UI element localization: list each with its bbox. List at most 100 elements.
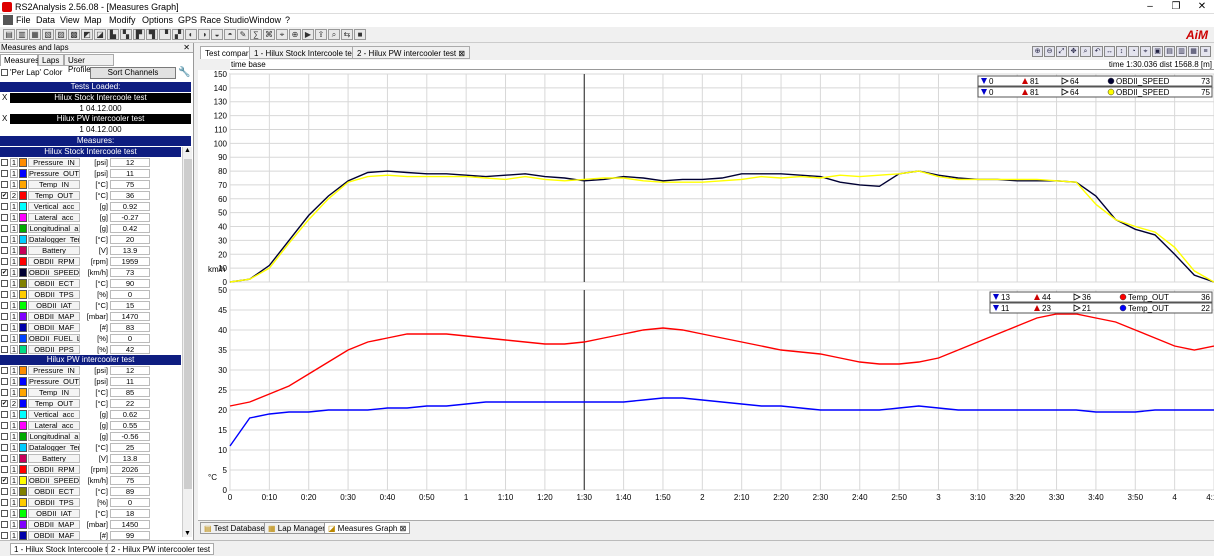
open-folder-icon[interactable]: ▤ — [3, 29, 15, 40]
axis-number[interactable]: 1 — [10, 301, 18, 310]
measure-row[interactable]: 1 Datalogger_Tem [°C] 20 — [0, 234, 180, 245]
channel-checkbox[interactable] — [1, 181, 8, 188]
zoom-in-icon[interactable]: ⊕ — [1032, 46, 1043, 57]
axis-number[interactable]: 1 — [10, 202, 18, 211]
axis-number[interactable]: 1 — [10, 235, 18, 244]
channel-color-swatch[interactable] — [19, 158, 27, 167]
channel-name[interactable]: Datalogger_Tem — [28, 443, 80, 452]
axis-number[interactable]: 1 — [10, 432, 18, 441]
measure-row[interactable]: 1 Longitudinal_a [g] 0.42 — [0, 223, 180, 234]
channel-color-swatch[interactable] — [19, 202, 27, 211]
channel-name[interactable]: Temp_IN — [28, 180, 80, 189]
close-icon[interactable]: ✕ — [183, 43, 190, 52]
measure-row[interactable]: 1 Datalogger_Tem [°C] 25 — [0, 442, 180, 453]
remove-test-icon[interactable]: X — [2, 93, 7, 102]
channel-color-swatch[interactable] — [19, 377, 27, 386]
measures-graph[interactable]: 0 10 20 30 40 50 60 70 80 90 100 110 120 130 140 150 km/… — [198, 70, 1214, 520]
clock-icon[interactable]: ◑ — [198, 29, 210, 40]
menu-race-studio[interactable]: Race Studio — [200, 15, 249, 25]
channel-name[interactable]: OBDII_PPS — [28, 345, 80, 354]
channel-color-swatch[interactable] — [19, 301, 27, 310]
channel-name[interactable]: OBDII_MAF — [28, 531, 80, 540]
measure-row[interactable]: 1 Vertical_acc [g] 0.62 — [0, 409, 180, 420]
channel-name[interactable]: Lateral_acc — [28, 421, 80, 430]
math-icon[interactable]: ∑ — [250, 29, 262, 40]
measure-row[interactable]: 1 OBDII_TPS [%] 0 — [0, 289, 180, 300]
tab-lap-manager[interactable]: ▦ Lap Manager — [264, 522, 329, 534]
channel-checkbox[interactable]: ✔ — [1, 400, 8, 407]
cursor-icon[interactable]: ⌖ — [1140, 46, 1151, 57]
axis-number[interactable]: 1 — [10, 366, 18, 375]
channel-color-swatch[interactable] — [19, 334, 27, 343]
scatter-icon[interactable]: ▚ — [120, 29, 132, 40]
channel-name[interactable]: OBDII_MAP — [28, 312, 80, 321]
channel-name[interactable]: Pressure_IN — [28, 366, 80, 375]
channel-name[interactable]: OBDII_RPM — [28, 257, 80, 266]
gauge-icon[interactable]: ◐ — [185, 29, 197, 40]
channel-checkbox[interactable]: ✔ — [1, 192, 8, 199]
split-icon[interactable]: ▥ — [1176, 46, 1187, 57]
channel-checkbox[interactable] — [1, 291, 8, 298]
x-axis-icon[interactable]: ↔ — [1104, 46, 1115, 57]
channel-color-swatch[interactable] — [19, 169, 27, 178]
magnifier-icon[interactable]: ⌕ — [1080, 46, 1091, 57]
channel-name[interactable]: OBDII_ECT — [28, 487, 80, 496]
menu-options[interactable]: Options — [142, 15, 173, 25]
measure-row[interactable]: 1 OBDII_MAP [mbar] 1470 — [0, 311, 180, 322]
channel-color-swatch[interactable] — [19, 257, 27, 266]
axis-number[interactable]: 1 — [10, 520, 18, 529]
channel-color-swatch[interactable] — [19, 487, 27, 496]
channel-name[interactable]: Lateral_acc — [28, 213, 80, 222]
channel-name[interactable]: OBDII_TPS — [28, 290, 80, 299]
channel-checkbox[interactable] — [1, 389, 8, 396]
channel-name[interactable]: OBDII_SPEED — [28, 476, 80, 485]
measure-row[interactable]: 1 Pressure_IN [psi] 12 — [0, 157, 180, 168]
tab-measures[interactable]: Measures — [0, 54, 39, 66]
open-icon[interactable]: ▥ — [16, 29, 28, 40]
channels-icon[interactable]: ▝ — [159, 29, 171, 40]
channel-checkbox[interactable] — [1, 521, 8, 528]
measure-row[interactable]: 1 OBDII_IAT [°C] 18 — [0, 508, 180, 519]
channel-color-swatch[interactable] — [19, 388, 27, 397]
channel-color-swatch[interactable] — [19, 432, 27, 441]
graph-icon[interactable]: ◩ — [81, 29, 93, 40]
measure-row[interactable]: 1 Lateral_acc [g] -0.27 — [0, 212, 180, 223]
measure-row[interactable]: 1 Lateral_acc [g] 0.55 — [0, 420, 180, 431]
undo-zoom-icon[interactable]: ↶ — [1092, 46, 1103, 57]
status-test-1[interactable]: 1 - Hilux Stock Intercoole test — [10, 543, 123, 555]
channel-name[interactable]: Temp_OUT — [28, 191, 80, 200]
channel-checkbox[interactable] — [1, 214, 8, 221]
axis-number[interactable]: 1 — [10, 268, 18, 277]
channel-color-swatch[interactable] — [19, 279, 27, 288]
measure-row[interactable]: 1 Temp_IN [°C] 75 — [0, 179, 180, 190]
channel-name[interactable]: Vertical_acc — [28, 202, 80, 211]
measure-row[interactable]: 1 Battery [V] 13.9 — [0, 245, 180, 256]
channel-checkbox[interactable] — [1, 236, 8, 243]
checkbox-box[interactable] — [1, 69, 8, 77]
channel-color-swatch[interactable] — [19, 191, 27, 200]
tab-user-profiles[interactable]: User Profiles — [64, 54, 114, 74]
channel-name[interactable]: Temp_OUT — [28, 399, 80, 408]
menu-view[interactable]: View — [60, 15, 79, 25]
axis-number[interactable]: 1 — [10, 224, 18, 233]
axis-number[interactable]: 1 — [10, 498, 18, 507]
measure-row[interactable]: 1 OBDII_IAT [°C] 15 — [0, 300, 180, 311]
axis-number[interactable]: 2 — [10, 399, 18, 408]
channel-checkbox[interactable] — [1, 466, 8, 473]
channel-name[interactable]: Pressure_OUT — [28, 169, 80, 178]
axis-number[interactable]: 2 — [10, 191, 18, 200]
axis-number[interactable]: 1 — [10, 257, 18, 266]
channel-checkbox[interactable] — [1, 411, 8, 418]
channel-checkbox[interactable] — [1, 510, 8, 517]
channel-name[interactable]: OBDII_RPM — [28, 465, 80, 474]
channel-color-swatch[interactable] — [19, 454, 27, 463]
channel-checkbox[interactable] — [1, 225, 8, 232]
overlay-icon[interactable]: ▦ — [1188, 46, 1199, 57]
scroll-up-icon[interactable]: ▲ — [184, 147, 191, 154]
axis-number[interactable]: 1 — [10, 213, 18, 222]
channel-checkbox[interactable] — [1, 313, 8, 320]
measure-row[interactable]: 1 OBDII_RPM [rpm] 2026 — [0, 464, 180, 475]
tab-test-database[interactable]: ▤ Test Database — [200, 522, 269, 534]
axis-number[interactable]: 1 — [10, 531, 18, 540]
channel-name[interactable]: Temp_IN — [28, 388, 80, 397]
